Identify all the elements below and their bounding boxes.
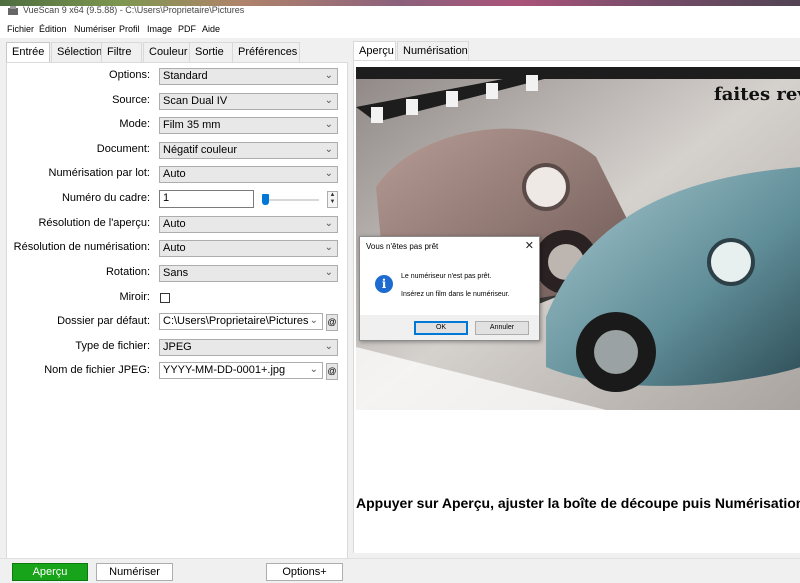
preview-resolution-dropdown[interactable]: Auto ⌄ [159,216,338,233]
preview-resolution-value: Auto [163,218,186,230]
default-folder-value: C:\Users\Proprietaire\Pictures [163,315,309,327]
spin-down-icon[interactable]: ▼ [328,199,337,206]
frame-spinner[interactable]: ▲ ▼ [327,191,338,208]
jpeg-name-browse-button[interactable]: @ [326,363,338,380]
preview-button[interactable]: Aperçu [12,563,88,581]
tab-selection[interactable]: Sélection [51,42,105,62]
tab-entree[interactable]: Entrée [6,42,50,63]
vuescan-app-icon [8,6,18,15]
file-type-label: Type de fichier: [75,340,150,352]
batch-dropdown[interactable]: Auto ⌄ [159,166,338,183]
dialog-header: Vous n'êtes pas prêt ✕ [360,237,539,257]
chevron-down-icon: ⌄ [324,341,333,352]
menu-edition[interactable]: Édition [39,24,67,34]
tab-sortie[interactable]: Sortie [189,42,234,62]
dialog-body: i Le numériseur n'est pas prêt. Insérez … [360,257,539,315]
menu-profil[interactable]: Profil [119,24,140,34]
options-plus-button[interactable]: Options+ [266,563,343,581]
settings-panel: Entrée Sélection Filtre Couleur Sortie P… [0,38,348,562]
chevron-down-icon: ⌄ [309,364,318,375]
chevron-down-icon: ⌄ [309,315,318,326]
chevron-down-icon: ⌄ [324,70,333,81]
chevron-down-icon: ⌄ [324,95,333,106]
menu-image[interactable]: Image [147,24,172,34]
mode-dropdown[interactable]: Film 35 mm ⌄ [159,117,338,134]
default-folder-label: Dossier par défaut: [57,315,150,327]
document-dropdown[interactable]: Négatif couleur ⌄ [159,142,338,159]
jpeg-name-label: Nom de fichier JPEG: [44,364,150,376]
chevron-down-icon: ⌄ [324,168,333,179]
tab-preferences[interactable]: Préférences [232,42,300,62]
chevron-down-icon: ⌄ [324,267,333,278]
frame-slider-track[interactable] [263,199,319,201]
tab-numerisation[interactable]: Numérisation [397,41,469,60]
preview-resolution-label: Résolution de l'aperçu: [38,217,150,229]
frame-label: Numéro du cadre: [61,192,150,204]
scan-resolution-value: Auto [163,242,186,254]
file-type-dropdown[interactable]: JPEG ⌄ [159,339,338,356]
frame-slider-thumb[interactable] [262,194,269,205]
title-bar: VueScan 9 x64 (9.5.88) - C:\Users\Propri… [0,0,800,22]
ok-button[interactable]: OK [414,321,468,335]
source-dropdown[interactable]: Scan Dual IV ⌄ [159,93,338,110]
chevron-down-icon: ⌄ [324,119,333,130]
scan-resolution-dropdown[interactable]: Auto ⌄ [159,240,338,257]
batch-value: Auto [163,168,186,180]
info-icon: i [375,275,393,293]
menu-numeriser[interactable]: Numériser [74,24,116,34]
default-folder-dropdown[interactable]: C:\Users\Proprietaire\Pictures ⌄ [159,313,323,330]
dialog-title: Vous n'êtes pas prêt [366,242,439,251]
menu-aide[interactable]: Aide [202,24,220,34]
jpeg-name-dropdown[interactable]: YYYY-MM-DD-0001+.jpg ⌄ [159,362,323,379]
file-type-value: JPEG [163,341,192,353]
not-ready-dialog: Vous n'êtes pas prêt ✕ i Le numériseur n… [359,236,540,341]
chevron-down-icon: ⌄ [324,144,333,155]
folder-browse-button[interactable]: @ [326,314,338,331]
chevron-down-icon: ⌄ [324,242,333,253]
mirror-label: Miroir: [119,291,150,303]
menu-pdf[interactable]: PDF [178,24,196,34]
tab-apercu[interactable]: Aperçu [353,41,396,61]
close-icon[interactable]: ✕ [525,239,534,252]
document-value: Négatif couleur [163,144,237,156]
rotation-label: Rotation: [105,266,150,278]
source-label: Source: [112,94,150,106]
batch-label: Numérisation par lot: [48,167,151,179]
window-title: VueScan 9 x64 (9.5.88) - C:\Users\Propri… [23,5,245,15]
options-label: Options: [109,69,150,81]
tab-filtre[interactable]: Filtre [101,42,142,62]
options-dropdown[interactable]: Standard ⌄ [159,68,338,85]
mirror-checkbox[interactable] [160,293,170,303]
jpeg-name-value: YYYY-MM-DD-0001+.jpg [163,364,286,376]
document-label: Document: [96,143,150,155]
preview-instructions: Appuyer sur Aperçu, ajuster la boîte de … [356,495,800,511]
scan-resolution-label: Résolution de numérisation: [13,241,150,253]
source-value: Scan Dual IV [163,95,228,107]
bottom-toolbar: Aperçu Numériser Options+ [0,558,800,583]
options-value: Standard [163,70,208,82]
tab-couleur[interactable]: Couleur [143,42,193,62]
scan-button[interactable]: Numériser [96,563,173,581]
frame-number-input[interactable]: 1 [159,190,254,208]
entree-form: Options: Standard ⌄ Source: Scan Dual IV ⌄… [6,62,348,562]
chevron-down-icon: ⌄ [324,218,333,229]
spin-up-icon[interactable]: ▲ [328,192,337,199]
cancel-button[interactable]: Annuler [475,321,529,335]
rotation-value: Sans [163,267,189,279]
rotation-dropdown[interactable]: Sans ⌄ [159,265,338,282]
overlay-text: faites rev [714,84,800,105]
dialog-message-2: Insérez un film dans le numériseur. [401,291,510,298]
menu-bar: Fichier Édition Numériser Profil Image P… [0,22,800,38]
mode-label: Mode: [119,118,150,130]
dialog-message-1: Le numériseur n'est pas prêt. [401,273,492,280]
mode-value: Film 35 mm [163,119,221,131]
menu-fichier[interactable]: Fichier [7,24,34,34]
